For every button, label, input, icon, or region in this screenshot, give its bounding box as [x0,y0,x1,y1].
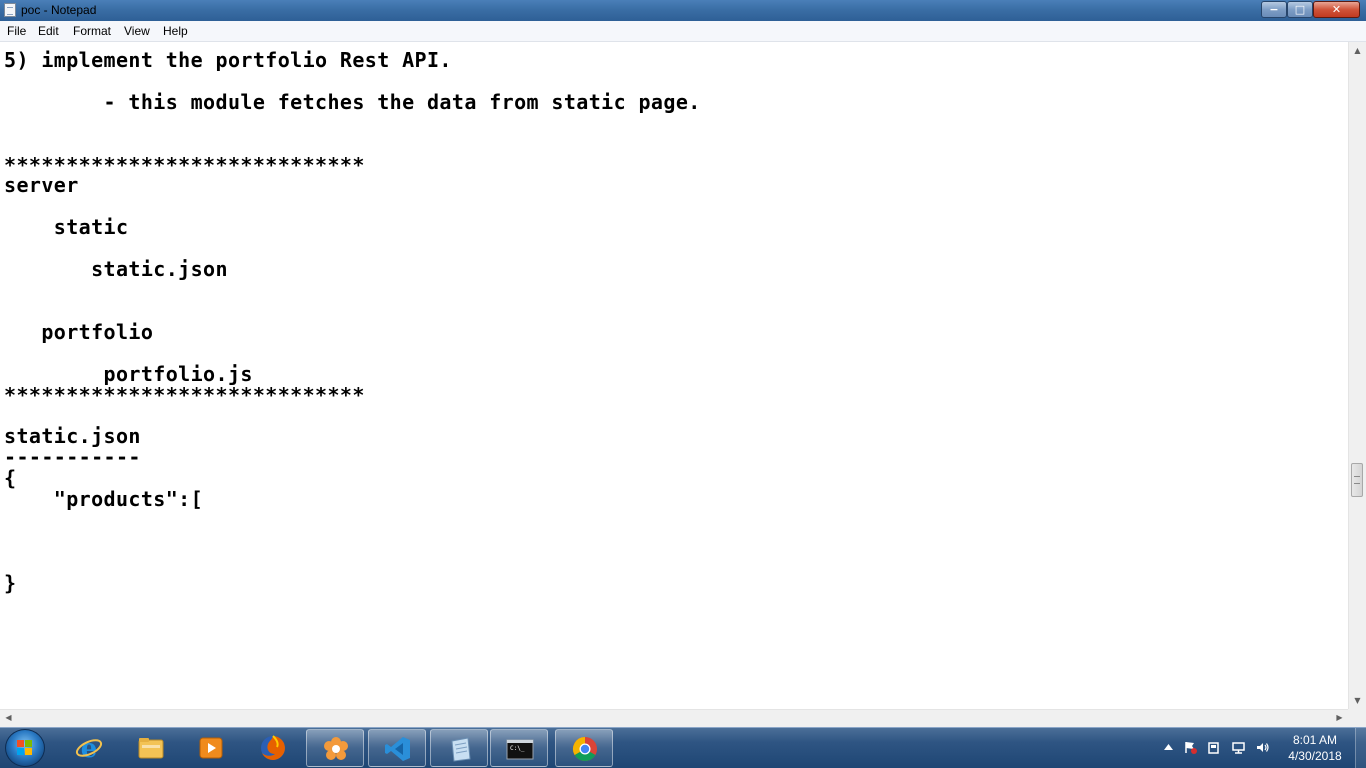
taskbar-notepad[interactable] [430,729,488,767]
menu-format[interactable]: Format [73,24,111,38]
chrome-icon [572,737,597,762]
horizontal-scrollbar[interactable]: ◀ ▶ [0,709,1348,727]
svg-text:C:\_: C:\_ [510,745,525,752]
taskbar-visual-studio-code[interactable] [368,729,426,767]
clock-date: 4/30/2018 [1288,749,1342,763]
taskbar-chrome[interactable] [555,729,613,767]
svg-text:e: e [81,734,98,762]
clock-time: 8:01 AM [1292,733,1338,747]
taskbar-command-prompt[interactable]: C:\_ [490,729,548,767]
window-title: poc - Notepad [21,3,97,17]
menu-view[interactable]: View [124,24,150,38]
device-icon[interactable] [1207,741,1220,754]
title-bar[interactable]: poc - Notepad − □ ✕ [0,0,1366,21]
start-button[interactable] [5,729,45,767]
scroll-down-arrow-icon[interactable]: ▼ [1349,692,1366,709]
scroll-right-arrow-icon[interactable]: ▶ [1331,710,1348,727]
minimize-button[interactable]: − [1261,1,1287,18]
scroll-left-arrow-icon[interactable]: ◀ [0,710,17,727]
windows-logo-icon [17,740,33,756]
firefox-icon [261,735,285,760]
scroll-up-arrow-icon[interactable]: ▲ [1349,42,1366,59]
taskbar-media-player[interactable] [182,729,240,767]
vertical-scrollbar[interactable]: ▲ ▼ [1348,42,1366,709]
notepad-app-icon[interactable] [4,3,16,17]
show-desktop-button[interactable] [1355,728,1366,768]
editor-content[interactable]: 5) implement the portfolio Rest API. - t… [4,50,701,594]
folder-icon [138,738,164,759]
maximize-button[interactable]: □ [1287,1,1313,18]
taskbar: e C:\_ 8:01 AM 4/30/2018 [0,727,1366,768]
taskbar-internet-explorer[interactable]: e [60,729,118,767]
taskbar-clock[interactable]: 8:01 AM 4/30/2018 [1282,732,1348,764]
media-player-icon [199,737,223,759]
menu-file[interactable]: File [7,24,26,38]
command-prompt-icon: C:\_ [506,739,534,760]
system-tray [1160,728,1290,768]
taskbar-flower-app[interactable] [306,729,364,767]
notepad-icon [451,737,471,762]
text-editor[interactable]: 5) implement the portfolio Rest API. - t… [0,42,1348,709]
taskbar-file-explorer[interactable] [122,729,180,767]
taskbar-firefox[interactable] [244,729,302,767]
menu-edit[interactable]: Edit [38,24,59,38]
close-button[interactable]: ✕ [1313,1,1360,18]
network-icon[interactable] [1232,741,1245,754]
internet-explorer-icon: e [75,734,103,762]
menu-bar: File Edit Format View Help [0,21,1366,42]
notepad-window: poc - Notepad − □ ✕ File Edit Format Vie… [0,0,1366,727]
volume-icon[interactable] [1256,741,1269,754]
vertical-scroll-thumb[interactable] [1351,463,1363,497]
menu-help[interactable]: Help [163,24,188,38]
vscode-icon [385,737,410,761]
action-center-flag-icon[interactable] [1184,741,1197,754]
flower-app-icon [324,737,348,760]
size-grip[interactable] [1348,709,1366,727]
show-hidden-icons-icon[interactable] [1162,741,1175,754]
